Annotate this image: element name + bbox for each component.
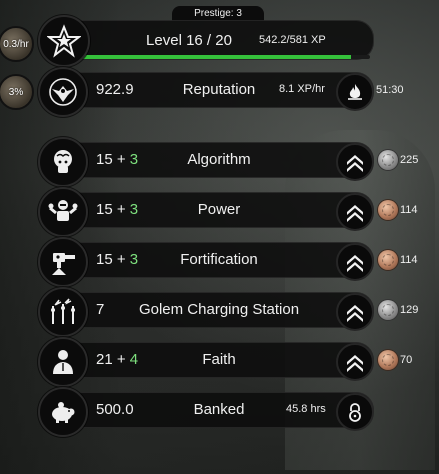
- upgrade-cost: 129: [400, 304, 419, 316]
- stat-row-golem-charging-station: 7 Golem Charging Station: [64, 292, 374, 328]
- stat-emblem[interactable]: [38, 337, 88, 387]
- stat-base-value: 15: [96, 251, 113, 268]
- stat-name: Golem Charging Station: [138, 301, 300, 318]
- upgrade-button[interactable]: [336, 143, 374, 181]
- stat-emblem[interactable]: [38, 137, 88, 187]
- xp-progress-bar: [82, 55, 370, 59]
- silver-coin-icon: [378, 300, 398, 320]
- star-icon: [47, 24, 81, 58]
- stat-value: 15 + 3: [96, 151, 138, 168]
- level-rate-text: 0.3/hr: [3, 38, 29, 50]
- upgrade-cost: 114: [400, 254, 418, 266]
- silver-coin-icon: [378, 150, 398, 170]
- chevron-up-icon: [347, 205, 363, 222]
- charging-coils-icon: [51, 298, 75, 324]
- reputation-boost-button[interactable]: [336, 73, 374, 111]
- flexing-robot-icon: [48, 200, 78, 221]
- stat-row-faith: 21 + 4 Faith: [64, 342, 374, 378]
- stat-value: 15 + 3: [96, 251, 138, 268]
- reputation-timer: 51:30: [376, 84, 404, 96]
- stat-bonus-value: 3: [129, 201, 139, 218]
- stat-emblem[interactable]: [38, 237, 88, 287]
- stat-value: 7: [96, 301, 104, 318]
- upgrade-button[interactable]: [336, 293, 374, 331]
- level-star-badge[interactable]: [38, 15, 90, 67]
- turret-icon: [52, 253, 75, 275]
- stat-row-fortification: 15 + 3 Fortification: [64, 242, 374, 278]
- eagle-emblem-icon: [49, 78, 77, 106]
- level-xp: 542.2/581 XP: [259, 34, 326, 46]
- chevron-up-icon: [347, 305, 363, 322]
- stat-plus-sign: +: [112, 151, 130, 168]
- chevron-up-icon: [347, 255, 363, 272]
- stat-base-value: 15: [96, 151, 113, 168]
- stat-row-power: 15 + 3 Power: [64, 192, 374, 228]
- reputation-percent-text: 3%: [8, 86, 24, 98]
- reputation-rate: 8.1 XP/hr: [279, 83, 325, 95]
- banked-value: 500.0: [96, 401, 134, 418]
- stat-base-value: 15: [96, 201, 113, 218]
- stat-emblem[interactable]: [38, 287, 88, 337]
- stat-plus-sign: +: [112, 351, 130, 368]
- chevron-up-icon: [347, 355, 363, 372]
- reputation-row: 922.9 Reputation 8.1 XP/hr: [64, 72, 374, 108]
- upgrade-cost: 225: [400, 154, 419, 166]
- stat-emblem[interactable]: [38, 187, 88, 237]
- padlock-icon: [349, 403, 361, 422]
- brain-head-icon: [54, 150, 72, 173]
- banked-time: 45.8 hrs: [286, 403, 326, 415]
- stat-value: 15 + 3: [96, 201, 138, 218]
- flame-icon: [348, 84, 362, 100]
- upgrade-cost: 70: [400, 354, 413, 366]
- xp-progress-fill: [82, 55, 351, 59]
- copper-coin-icon: [378, 200, 398, 220]
- stat-value: 21 + 4: [96, 351, 138, 368]
- banked-lock-button[interactable]: [336, 393, 374, 431]
- upgrade-button[interactable]: [336, 193, 374, 231]
- stat-base-value: 21: [96, 351, 113, 368]
- banked-emblem[interactable]: [38, 387, 88, 437]
- stat-base-value: 7: [96, 301, 105, 318]
- upgrade-button[interactable]: [336, 343, 374, 381]
- stat-bonus-value: 4: [129, 351, 139, 368]
- copper-coin-icon: [378, 250, 398, 270]
- stat-plus-sign: +: [112, 251, 130, 268]
- stat-plus-sign: +: [112, 201, 130, 218]
- level-row: Level 16 / 20 542.2/581 XP: [64, 20, 374, 60]
- reputation-emblem[interactable]: [38, 67, 88, 117]
- banked-row: 500.0 Banked 45.8 hrs: [64, 392, 374, 428]
- stat-row-algorithm: 15 + 3 Algorithm: [64, 142, 374, 178]
- upgrade-button[interactable]: [336, 243, 374, 281]
- stat-bonus-value: 3: [129, 251, 139, 268]
- praying-figure-icon: [53, 350, 73, 374]
- chevron-up-icon: [347, 155, 363, 172]
- reputation-value: 922.9: [96, 81, 134, 98]
- copper-coin-icon: [378, 350, 398, 370]
- upgrade-cost: 114: [400, 204, 418, 216]
- stat-bonus-value: 3: [129, 151, 139, 168]
- piggy-bank-icon: [52, 402, 75, 423]
- prestige-label: Prestige: 3: [172, 6, 264, 21]
